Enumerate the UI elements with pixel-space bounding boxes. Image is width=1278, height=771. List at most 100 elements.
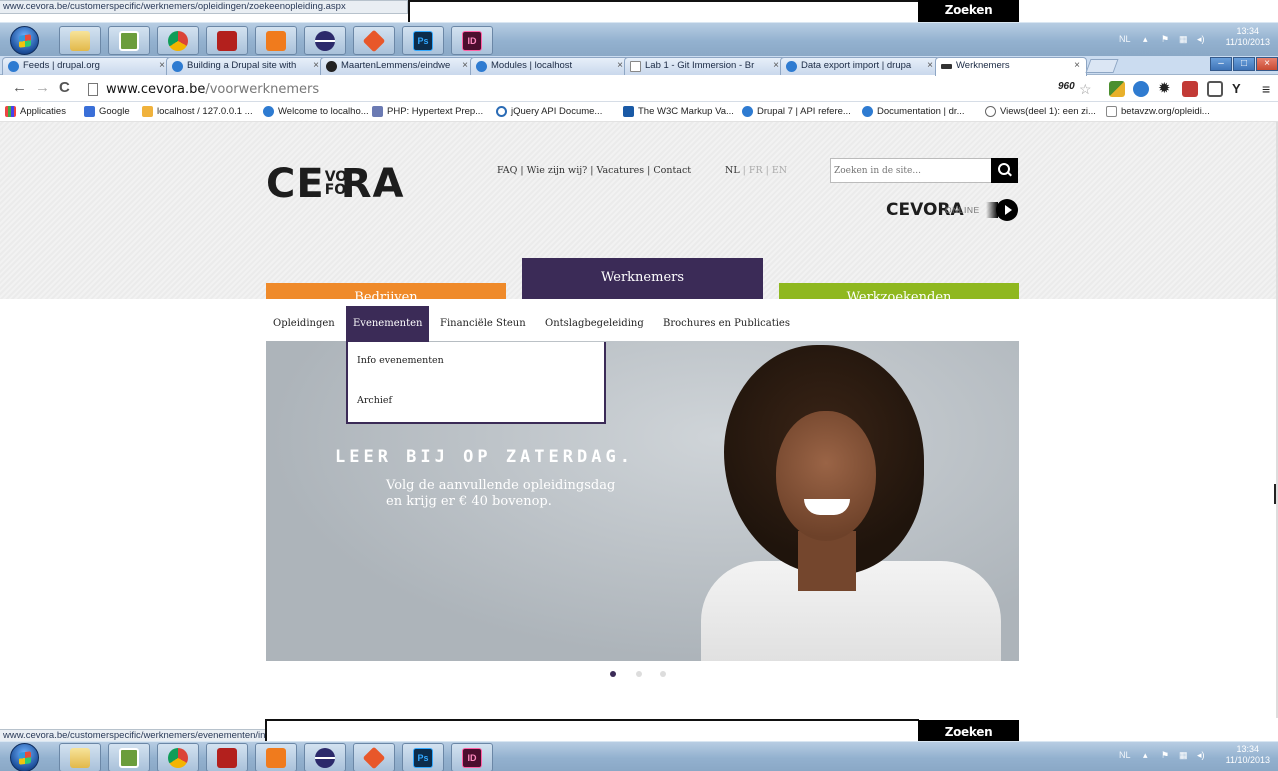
extension-pencil-icon[interactable] — [1109, 81, 1125, 97]
menu-icon[interactable]: ≡ — [1262, 81, 1278, 97]
tab-modules-localhost[interactable]: Modules | localhost × — [470, 57, 630, 75]
bookmark-label: The W3C Markup Va... — [638, 106, 734, 117]
lang-fr[interactable]: | FR — [743, 165, 763, 176]
werknemers-tab[interactable]: Werknemers — [522, 258, 763, 299]
filezilla-taskbar-button[interactable] — [206, 26, 248, 55]
network-icon[interactable]: ▦ — [1179, 34, 1189, 44]
ghost-zoeken-button-top[interactable]: Zoeken — [918, 0, 1019, 24]
tray-clock[interactable]: 13:34 11/10/2013 — [1226, 744, 1270, 766]
git-taskbar-button[interactable] — [353, 743, 395, 771]
bookmark-welcome[interactable]: Welcome to localho... — [263, 106, 369, 118]
lang-nl[interactable]: NL — [725, 165, 740, 176]
new-tab-button[interactable] — [1085, 59, 1119, 73]
cevora-logo[interactable]: CE VO FO RA — [266, 164, 404, 204]
search-icon[interactable] — [991, 158, 1018, 183]
extension-globe-icon[interactable] — [1133, 81, 1149, 97]
tab-close-icon[interactable]: × — [927, 58, 933, 74]
tab-close-icon[interactable]: × — [313, 58, 319, 74]
960-grid-extension-icon[interactable]: 960 — [1058, 81, 1075, 97]
bookmark-google[interactable]: Google — [84, 106, 130, 118]
start-orb[interactable] — [10, 743, 39, 771]
menu-item-opleidingen[interactable]: Opleidingen — [266, 306, 342, 342]
xampp-taskbar-button[interactable] — [255, 26, 297, 55]
explorer-taskbar-button[interactable] — [59, 26, 101, 55]
bookmark-php[interactable]: PHP: Hypertext Prep... — [372, 106, 483, 118]
top-links[interactable]: FAQ | Wie zijn wij? | Vacatures | Contac… — [497, 165, 691, 176]
cevora-online-button[interactable]: CEVORA ONLINE — [886, 199, 1018, 221]
bookmark-localhost[interactable]: localhost / 127.0.0.1 ... — [142, 106, 253, 118]
git-taskbar-button[interactable] — [353, 26, 395, 55]
tab-github[interactable]: MaartenLemmens/eindwe × — [320, 57, 475, 75]
bookmark-jquery[interactable]: jQuery API Docume... — [496, 106, 602, 118]
tab-feeds-drupal[interactable]: Feeds | drupal.org × — [2, 57, 172, 75]
tray-arrow-icon[interactable]: ▴ — [1143, 750, 1153, 760]
dropdown-item-archief[interactable]: Archief — [357, 395, 392, 406]
tab-close-icon[interactable]: × — [462, 58, 468, 74]
indesign-taskbar-button[interactable]: ID — [451, 743, 493, 771]
bookmark-documentation[interactable]: Documentation | dr... — [862, 106, 965, 118]
menu-item-financiele-steun[interactable]: Financiële Steun — [433, 306, 533, 342]
bookmark-applicaties[interactable]: Applicaties — [5, 106, 66, 118]
tray-language[interactable]: NL — [1119, 750, 1131, 760]
tab-close-icon[interactable]: × — [1074, 58, 1080, 74]
chrome-taskbar-button[interactable] — [157, 26, 199, 55]
flag-icon[interactable]: ⚑ — [1161, 750, 1171, 760]
tray-arrow-icon[interactable]: ▴ — [1143, 34, 1153, 44]
menu-item-brochures[interactable]: Brochures en Publicaties — [656, 306, 797, 342]
network-icon[interactable]: ▦ — [1179, 750, 1189, 760]
extension-frame-icon[interactable] — [1207, 81, 1223, 97]
tab-git-immersion[interactable]: Lab 1 - Git Immersion - Br × — [624, 57, 786, 75]
bookmark-views[interactable]: Views(deel 1): een zi... — [985, 106, 1096, 118]
bookmark-w3c[interactable]: The W3C Markup Va... — [623, 106, 734, 118]
clock-time: 13:34 — [1236, 26, 1260, 36]
maximize-button[interactable]: □ — [1233, 57, 1255, 71]
tab-close-icon[interactable]: × — [773, 58, 779, 74]
tab-close-icon[interactable]: × — [617, 58, 623, 74]
forward-arrow-icon[interactable]: → — [35, 80, 50, 96]
back-arrow-icon[interactable]: ← — [12, 80, 27, 96]
gear-icon[interactable]: ✹ — [1158, 81, 1174, 97]
xampp-taskbar-button[interactable] — [255, 743, 297, 771]
minimize-button[interactable]: – — [1210, 57, 1232, 71]
bedrijven-tab[interactable]: Bedrijven — [266, 283, 506, 299]
notepad-taskbar-button[interactable] — [108, 743, 150, 771]
dropdown-item-info-evenementen[interactable]: Info evenementen — [357, 355, 444, 366]
tab-data-export[interactable]: Data export import | drupa × — [780, 57, 940, 75]
slider-dot-2[interactable] — [636, 671, 642, 677]
start-orb[interactable] — [10, 26, 39, 55]
explorer-taskbar-button[interactable] — [59, 743, 101, 771]
tab-werknemers[interactable]: Werknemers × — [935, 57, 1087, 76]
search-input[interactable] — [831, 159, 991, 182]
bookmark-star-icon[interactable]: ☆ — [1079, 81, 1095, 97]
bookmark-drupal7[interactable]: Drupal 7 | API refere... — [742, 106, 851, 118]
bookmark-label: jQuery API Docume... — [511, 106, 603, 117]
flag-icon[interactable]: ⚑ — [1161, 34, 1171, 44]
chrome-taskbar-button[interactable] — [157, 743, 199, 771]
extension-red-icon[interactable] — [1182, 81, 1198, 97]
tab-building-drupal[interactable]: Building a Drupal site with × — [166, 57, 326, 75]
slider-dot-3[interactable] — [660, 671, 666, 677]
menu-item-evenementen[interactable]: Evenementen — [346, 306, 430, 344]
slider-dot-1[interactable] — [610, 671, 616, 677]
eclipse-taskbar-button[interactable] — [304, 26, 346, 55]
evenementen-dropdown: Info evenementen Archief — [346, 342, 606, 424]
volume-icon[interactable]: ◂) — [1197, 750, 1207, 760]
notepad-taskbar-button[interactable] — [108, 26, 150, 55]
lang-en[interactable]: | EN — [766, 165, 787, 176]
tab-close-icon[interactable]: × — [159, 58, 165, 74]
photoshop-taskbar-button[interactable]: Ps — [402, 26, 444, 55]
tray-language[interactable]: NL — [1119, 34, 1131, 44]
reload-icon[interactable]: C — [59, 80, 70, 96]
address-bar[interactable]: www.cevora.be/voorwerknemers — [84, 80, 1046, 99]
close-window-button[interactable]: × — [1256, 57, 1278, 71]
bookmark-betavzw[interactable]: betavzw.org/opleidi... — [1106, 106, 1210, 118]
filezilla-taskbar-button[interactable] — [206, 743, 248, 771]
volume-icon[interactable]: ◂) — [1197, 34, 1207, 44]
menu-item-ontslagbegeleiding[interactable]: Ontslagbegeleiding — [538, 306, 651, 342]
photoshop-taskbar-button[interactable]: Ps — [402, 743, 444, 771]
extension-y-icon[interactable]: Y — [1232, 81, 1248, 97]
tray-clock[interactable]: 13:34 11/10/2013 — [1226, 26, 1270, 48]
indesign-taskbar-button[interactable]: ID — [451, 26, 493, 55]
eclipse-taskbar-button[interactable] — [304, 743, 346, 771]
werkzoekenden-tab[interactable]: Werkzoekenden — [779, 283, 1019, 299]
